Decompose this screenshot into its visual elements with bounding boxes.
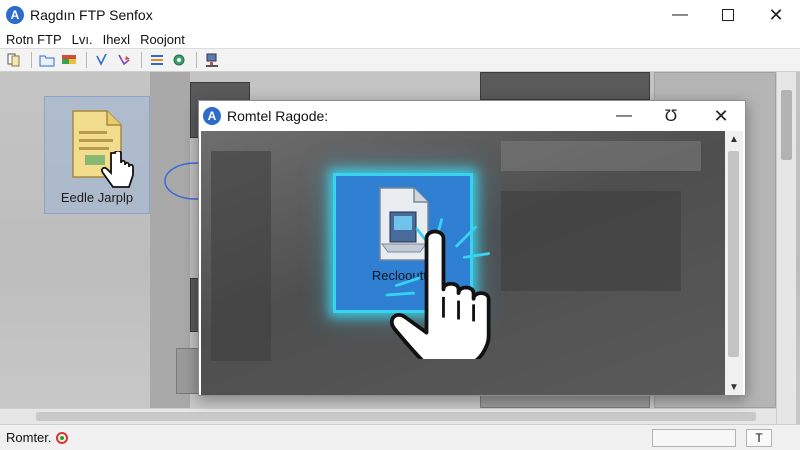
connection-status-icon <box>55 431 68 444</box>
scroll-up-arrow-icon[interactable]: ▲ <box>725 131 743 147</box>
toolbar-separator <box>31 52 32 68</box>
settings-gear-icon[interactable] <box>169 50 189 70</box>
scroll-down-arrow-icon[interactable]: ▼ <box>725 379 743 395</box>
scrollbar-thumb[interactable] <box>728 151 739 357</box>
toolbar-separator <box>141 52 142 68</box>
maximize-button[interactable] <box>704 0 752 30</box>
menu-bar: Rotn FTP Lvı. Ihexl Roojont <box>0 30 800 48</box>
title-bar: A Ragdın FTP Senfox — ✕ <box>0 0 800 30</box>
workspace-vertical-scrollbar[interactable] <box>776 72 796 424</box>
menu-item-roojont[interactable]: Roojont <box>134 32 189 47</box>
dialog-logo-icon: A <box>203 107 221 125</box>
toolbar <box>0 48 800 72</box>
status-bar: Romter. T <box>0 424 800 450</box>
menu-item-ihexl[interactable]: Ihexl <box>97 32 134 47</box>
background-panel <box>480 72 650 100</box>
download-arrow-icon[interactable] <box>92 50 112 70</box>
status-text: Romter. <box>6 430 52 445</box>
dialog-title-bar: A Romtel Ragode: — Ʊ ✕ <box>199 101 745 131</box>
close-button[interactable]: ✕ <box>752 0 800 30</box>
status-field <box>652 429 736 447</box>
dialog-vertical-scrollbar[interactable]: ▲ ▼ <box>725 131 743 395</box>
dialog-close-button[interactable]: ✕ <box>701 101 741 131</box>
background-panel <box>211 151 271 361</box>
status-button[interactable]: T <box>746 429 772 447</box>
remote-dialog: A Romtel Ragode: — Ʊ ✕ Reclooutte ▲ ▼ <box>198 100 746 396</box>
toolbar-separator <box>196 52 197 68</box>
color-grid-icon[interactable] <box>59 50 79 70</box>
scrollbar-thumb[interactable] <box>781 90 792 160</box>
local-file-item[interactable]: Eedle Jarplp <box>44 96 150 214</box>
pointer-hand-icon <box>101 151 134 188</box>
network-icon[interactable] <box>202 50 222 70</box>
page-copy-icon[interactable] <box>4 50 24 70</box>
scrollbar-thumb[interactable] <box>36 412 756 421</box>
toolbar-separator <box>86 52 87 68</box>
background-panel <box>501 141 701 171</box>
dialog-minimize-button[interactable]: — <box>604 101 644 131</box>
maximize-icon <box>722 9 734 21</box>
window-title: Ragdın FTP Senfox <box>30 7 153 23</box>
upload-arrow-icon[interactable] <box>114 50 134 70</box>
app-logo-icon: A <box>6 6 24 24</box>
minimize-button[interactable]: — <box>656 0 704 30</box>
menu-item-lvi[interactable]: Lvı. <box>66 32 97 47</box>
local-file-label: Eedle Jarplp <box>60 190 134 205</box>
dialog-title: Romtel Ragode: <box>227 108 329 124</box>
workspace-horizontal-scrollbar[interactable] <box>0 408 776 424</box>
list-icon[interactable] <box>147 50 167 70</box>
remote-file-area: Reclooutte <box>201 131 725 395</box>
dialog-refresh-button[interactable]: Ʊ <box>651 101 691 131</box>
pointer-hand-icon <box>385 218 491 359</box>
folder-icon[interactable] <box>37 50 57 70</box>
menu-item-rotn-ftp[interactable]: Rotn FTP <box>0 32 66 47</box>
